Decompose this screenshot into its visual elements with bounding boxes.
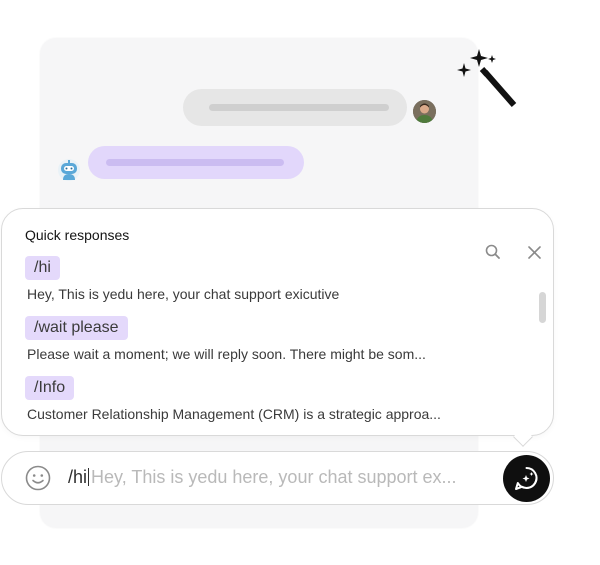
chat-magic-button[interactable] (503, 455, 550, 502)
smiley-icon[interactable] (25, 465, 51, 491)
scrollbar-thumb[interactable] (539, 292, 546, 323)
bot-avatar (57, 158, 81, 182)
quick-responses-title: Quick responses (25, 227, 130, 243)
incoming-message-placeholder (88, 146, 304, 179)
quick-response-tag: /Info (25, 376, 75, 400)
quick-response-description: Please wait a moment; we will reply soon… (27, 346, 426, 362)
user-avatar (413, 100, 436, 123)
quick-response-item-info[interactable]: /Info Customer Relationship Management (… (25, 376, 441, 422)
placeholder-line (209, 104, 389, 111)
typed-text: /hi (68, 467, 88, 487)
search-icon[interactable] (484, 243, 502, 261)
quick-response-item-wait-please[interactable]: /wait please Please wait a moment; we wi… (25, 316, 426, 362)
quick-response-item-hi[interactable]: /hi Hey, This is yedu here, your chat su… (25, 256, 339, 302)
quick-response-tag: /hi (25, 256, 60, 280)
placeholder-line (106, 159, 284, 166)
message-input-text[interactable]: /hi Hey, This is yedu here, your chat sup… (68, 466, 457, 488)
quick-response-description: Hey, This is yedu here, your chat suppor… (27, 286, 340, 302)
autocomplete-suggestion: Hey, This is yedu here, your chat suppor… (91, 467, 457, 487)
quick-response-description: Customer Relationship Management (CRM) i… (27, 406, 441, 422)
magic-wand-icon (456, 49, 520, 111)
text-caret (88, 468, 90, 486)
chat-magic-icon (515, 467, 538, 490)
stage: Quick responses /hi Hey, This is yedu he… (0, 0, 600, 565)
outgoing-message-placeholder (183, 89, 407, 126)
close-icon[interactable] (526, 244, 543, 261)
quick-response-tag: /wait please (25, 316, 128, 340)
